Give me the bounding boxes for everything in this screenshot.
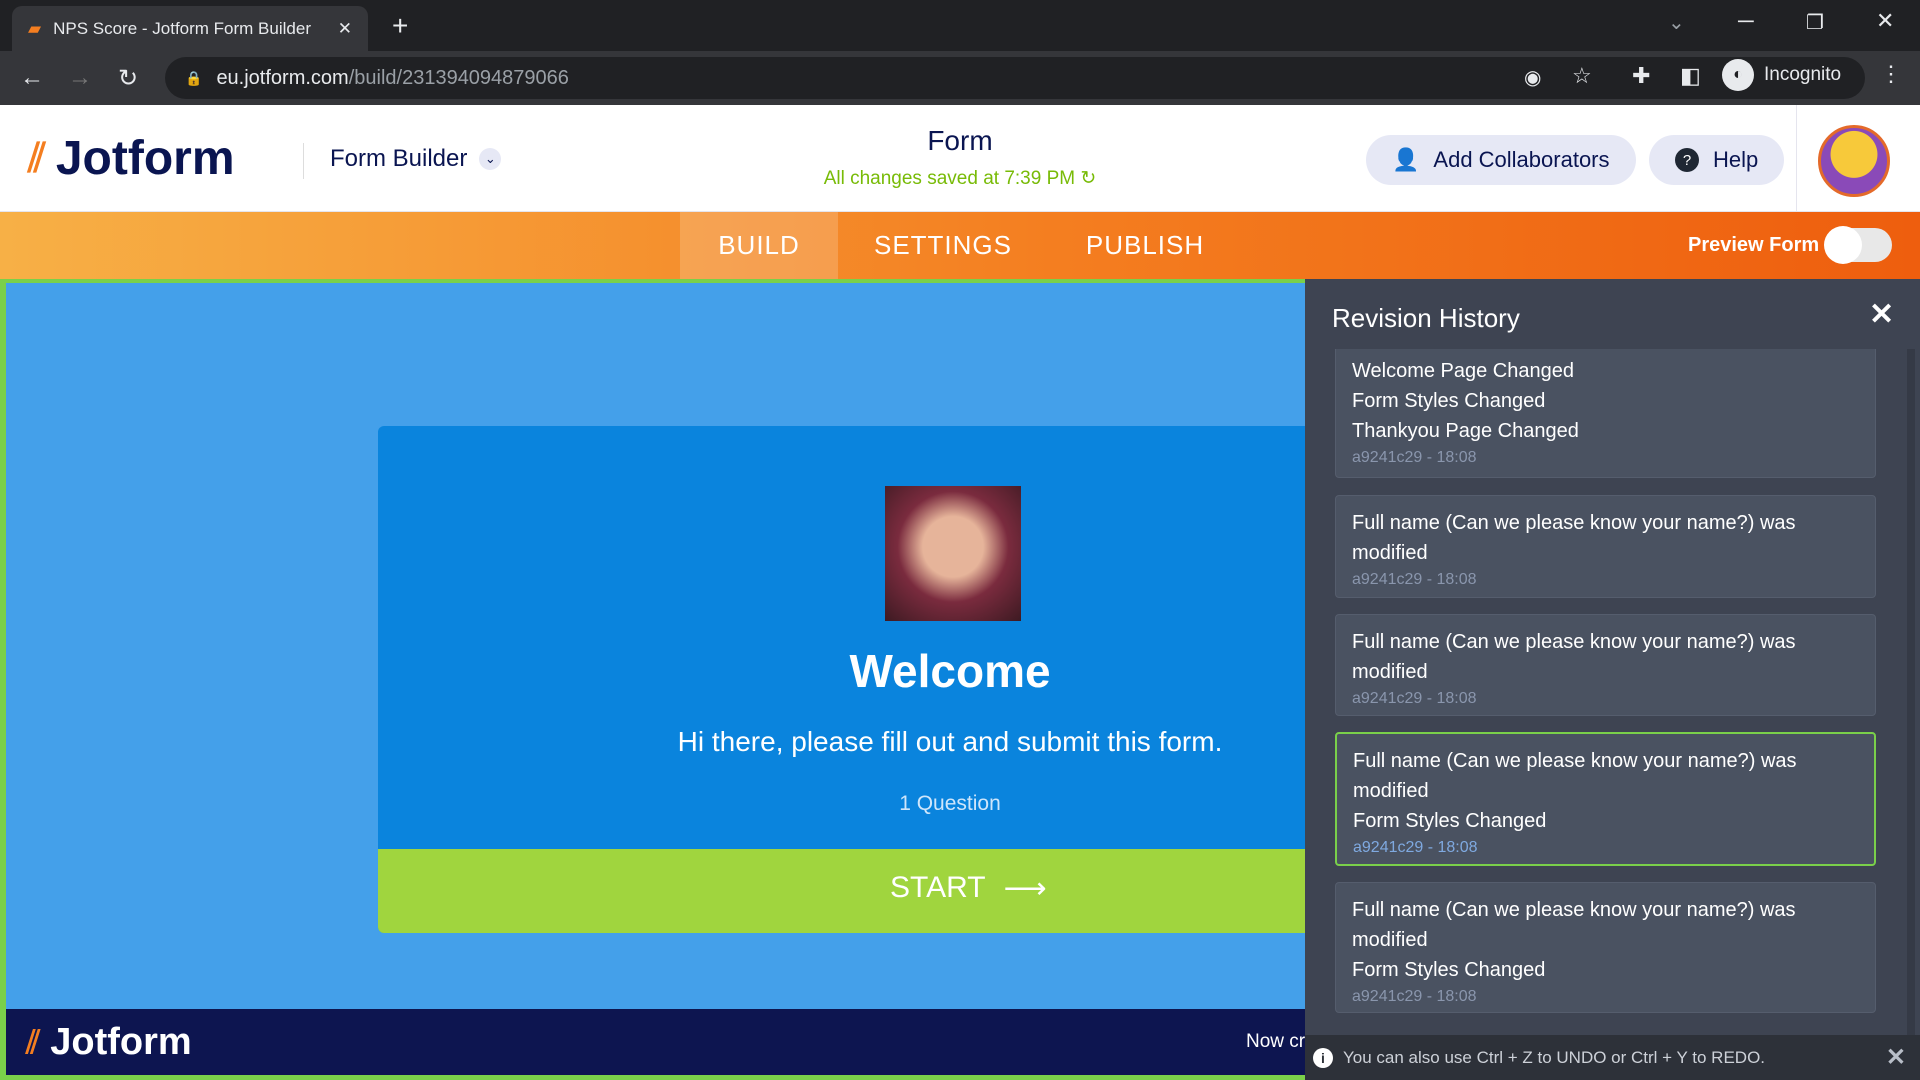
help-label: Help (1713, 147, 1759, 172)
tip-text: You can also use Ctrl + Z to UNDO or Ctr… (1343, 1047, 1766, 1067)
add-collaborators-label: Add Collaborators (1433, 147, 1610, 172)
welcome-image (885, 486, 1021, 621)
tab-search-icon[interactable]: ⌄ (1668, 10, 1685, 35)
tab-title: NPS Score - Jotform Form Builder (53, 18, 311, 38)
form-title[interactable]: Form (760, 125, 1160, 157)
footer-logo-text: Jotform (50, 1021, 192, 1063)
help-icon: ? (1675, 148, 1699, 172)
lock-icon: 🔒 (185, 69, 203, 86)
info-icon: i (1313, 1047, 1333, 1068)
revision-item[interactable]: Full name (Can we please know your name?… (1335, 495, 1876, 598)
revision-list[interactable]: Welcome Page Changed Form Styles Changed T… (1305, 349, 1905, 1035)
welcome-subtitle: Hi there, please fill out and submit thi… (677, 726, 1223, 757)
app-header: ⫽ Jotform Form Builder ⌄ Form All change… (0, 105, 1920, 212)
revision-item[interactable]: Welcome Page Changed Form Styles Changed T… (1335, 349, 1876, 478)
forward-icon[interactable]: → (56, 64, 104, 92)
url-path: /build/231394094879066 (348, 66, 569, 89)
tracking-blocked-icon[interactable]: ◉ (1524, 65, 1541, 90)
question-count: 1 Question (899, 792, 1001, 815)
close-panel-icon[interactable]: ✕ (1869, 297, 1894, 332)
browser-tab[interactable]: ▰ NPS Score - Jotform Form Builder ✕ (12, 6, 368, 51)
reload-icon[interactable]: ↻ (104, 64, 152, 93)
user-icon: 👤 (1392, 147, 1420, 172)
jotform-logo[interactable]: ⫽ Jotform (28, 131, 235, 186)
url-domain: eu.jotform.com (216, 66, 349, 89)
preview-form-toggle[interactable] (1824, 226, 1892, 264)
new-tab-icon[interactable]: + (392, 10, 408, 42)
jotform-footer-logo[interactable]: ⫽ Jotform (26, 1021, 192, 1064)
close-tab-icon[interactable]: ✕ (338, 19, 352, 39)
jotform-logo-icon: ⫽ (26, 1023, 41, 1060)
browser-tab-bar: ▰ NPS Score - Jotform Form Builder ✕ + ⌄… (0, 0, 1920, 51)
form-builder-dropdown[interactable]: Form Builder ⌄ (330, 145, 502, 173)
restore-icon[interactable]: ❐ (1806, 10, 1824, 35)
jotform-logo-icon: ⫽ (28, 136, 46, 180)
url-input[interactable]: 🔒 eu.jotform.com/build/231394094879066 (165, 57, 1865, 99)
jotform-favicon-icon: ▰ (28, 18, 42, 38)
minimize-icon[interactable]: ─ (1738, 8, 1754, 34)
chevron-down-icon: ⌄ (479, 148, 502, 170)
close-window-icon[interactable]: ✕ (1876, 8, 1894, 34)
extensions-icon[interactable]: ✚ (1632, 63, 1650, 89)
arrow-right-icon: ⟶ (1003, 872, 1047, 905)
start-button[interactable]: START ⟶ (378, 849, 1305, 933)
star-icon[interactable]: ☆ (1572, 63, 1592, 89)
branding-text: Now cr (1246, 1031, 1306, 1052)
tab-build[interactable]: BUILD (680, 212, 838, 279)
panel-title: Revision History (1332, 303, 1520, 333)
profile-label: Incognito (1764, 64, 1842, 85)
browser-menu-icon[interactable]: ⋮ (1880, 61, 1902, 87)
scrollbar[interactable] (1907, 349, 1915, 1035)
undo-tip: i You can also use Ctrl + Z to UNDO or C… (1305, 1035, 1920, 1080)
welcome-heading: Welcome (849, 645, 1051, 697)
back-icon[interactable]: ← (8, 64, 56, 92)
incognito-icon: ◐ (1722, 59, 1754, 91)
close-tip-icon[interactable]: ✕ (1886, 1043, 1906, 1072)
logo-text: Jotform (55, 132, 235, 185)
revision-item[interactable]: Full name (Can we please know your name?… (1335, 614, 1876, 716)
preview-form-label: Preview Form (1688, 234, 1820, 256)
revision-history-panel: Revision History ✕ Welcome Page Changed F… (1305, 279, 1920, 1080)
tab-publish[interactable]: PUBLISH (1068, 212, 1222, 279)
builder-nav: BUILD SETTINGS PUBLISH Preview Form (0, 212, 1920, 279)
revision-item-selected[interactable]: Full name (Can we please know your name?… (1335, 732, 1876, 866)
add-collaborators-button[interactable]: 👤 Add Collaborators (1366, 135, 1636, 185)
saved-status: All changes saved at 7:39 PM ↻ (823, 168, 1097, 189)
welcome-card[interactable]: Welcome Hi there, please fill out and su… (378, 426, 1305, 933)
product-label: Form Builder (330, 145, 468, 172)
avatar[interactable] (1818, 125, 1890, 197)
help-button[interactable]: ? Help (1649, 135, 1785, 185)
address-bar: ← → ↻ 🔒 eu.jotform.com/build/23139409487… (0, 51, 1920, 105)
jotform-branding-bar: ⫽ Jotform Now cr (6, 1009, 1305, 1075)
divider (303, 143, 304, 179)
refresh-icon: ↻ (1080, 168, 1097, 189)
incognito-profile-button[interactable]: ◐ Incognito (1722, 59, 1841, 91)
tab-settings[interactable]: SETTINGS (858, 212, 1028, 279)
side-panel-icon[interactable]: ◧ (1680, 63, 1701, 89)
revision-item[interactable]: Full name (Can we please know your name?… (1335, 882, 1876, 1013)
start-label: START (890, 871, 986, 904)
